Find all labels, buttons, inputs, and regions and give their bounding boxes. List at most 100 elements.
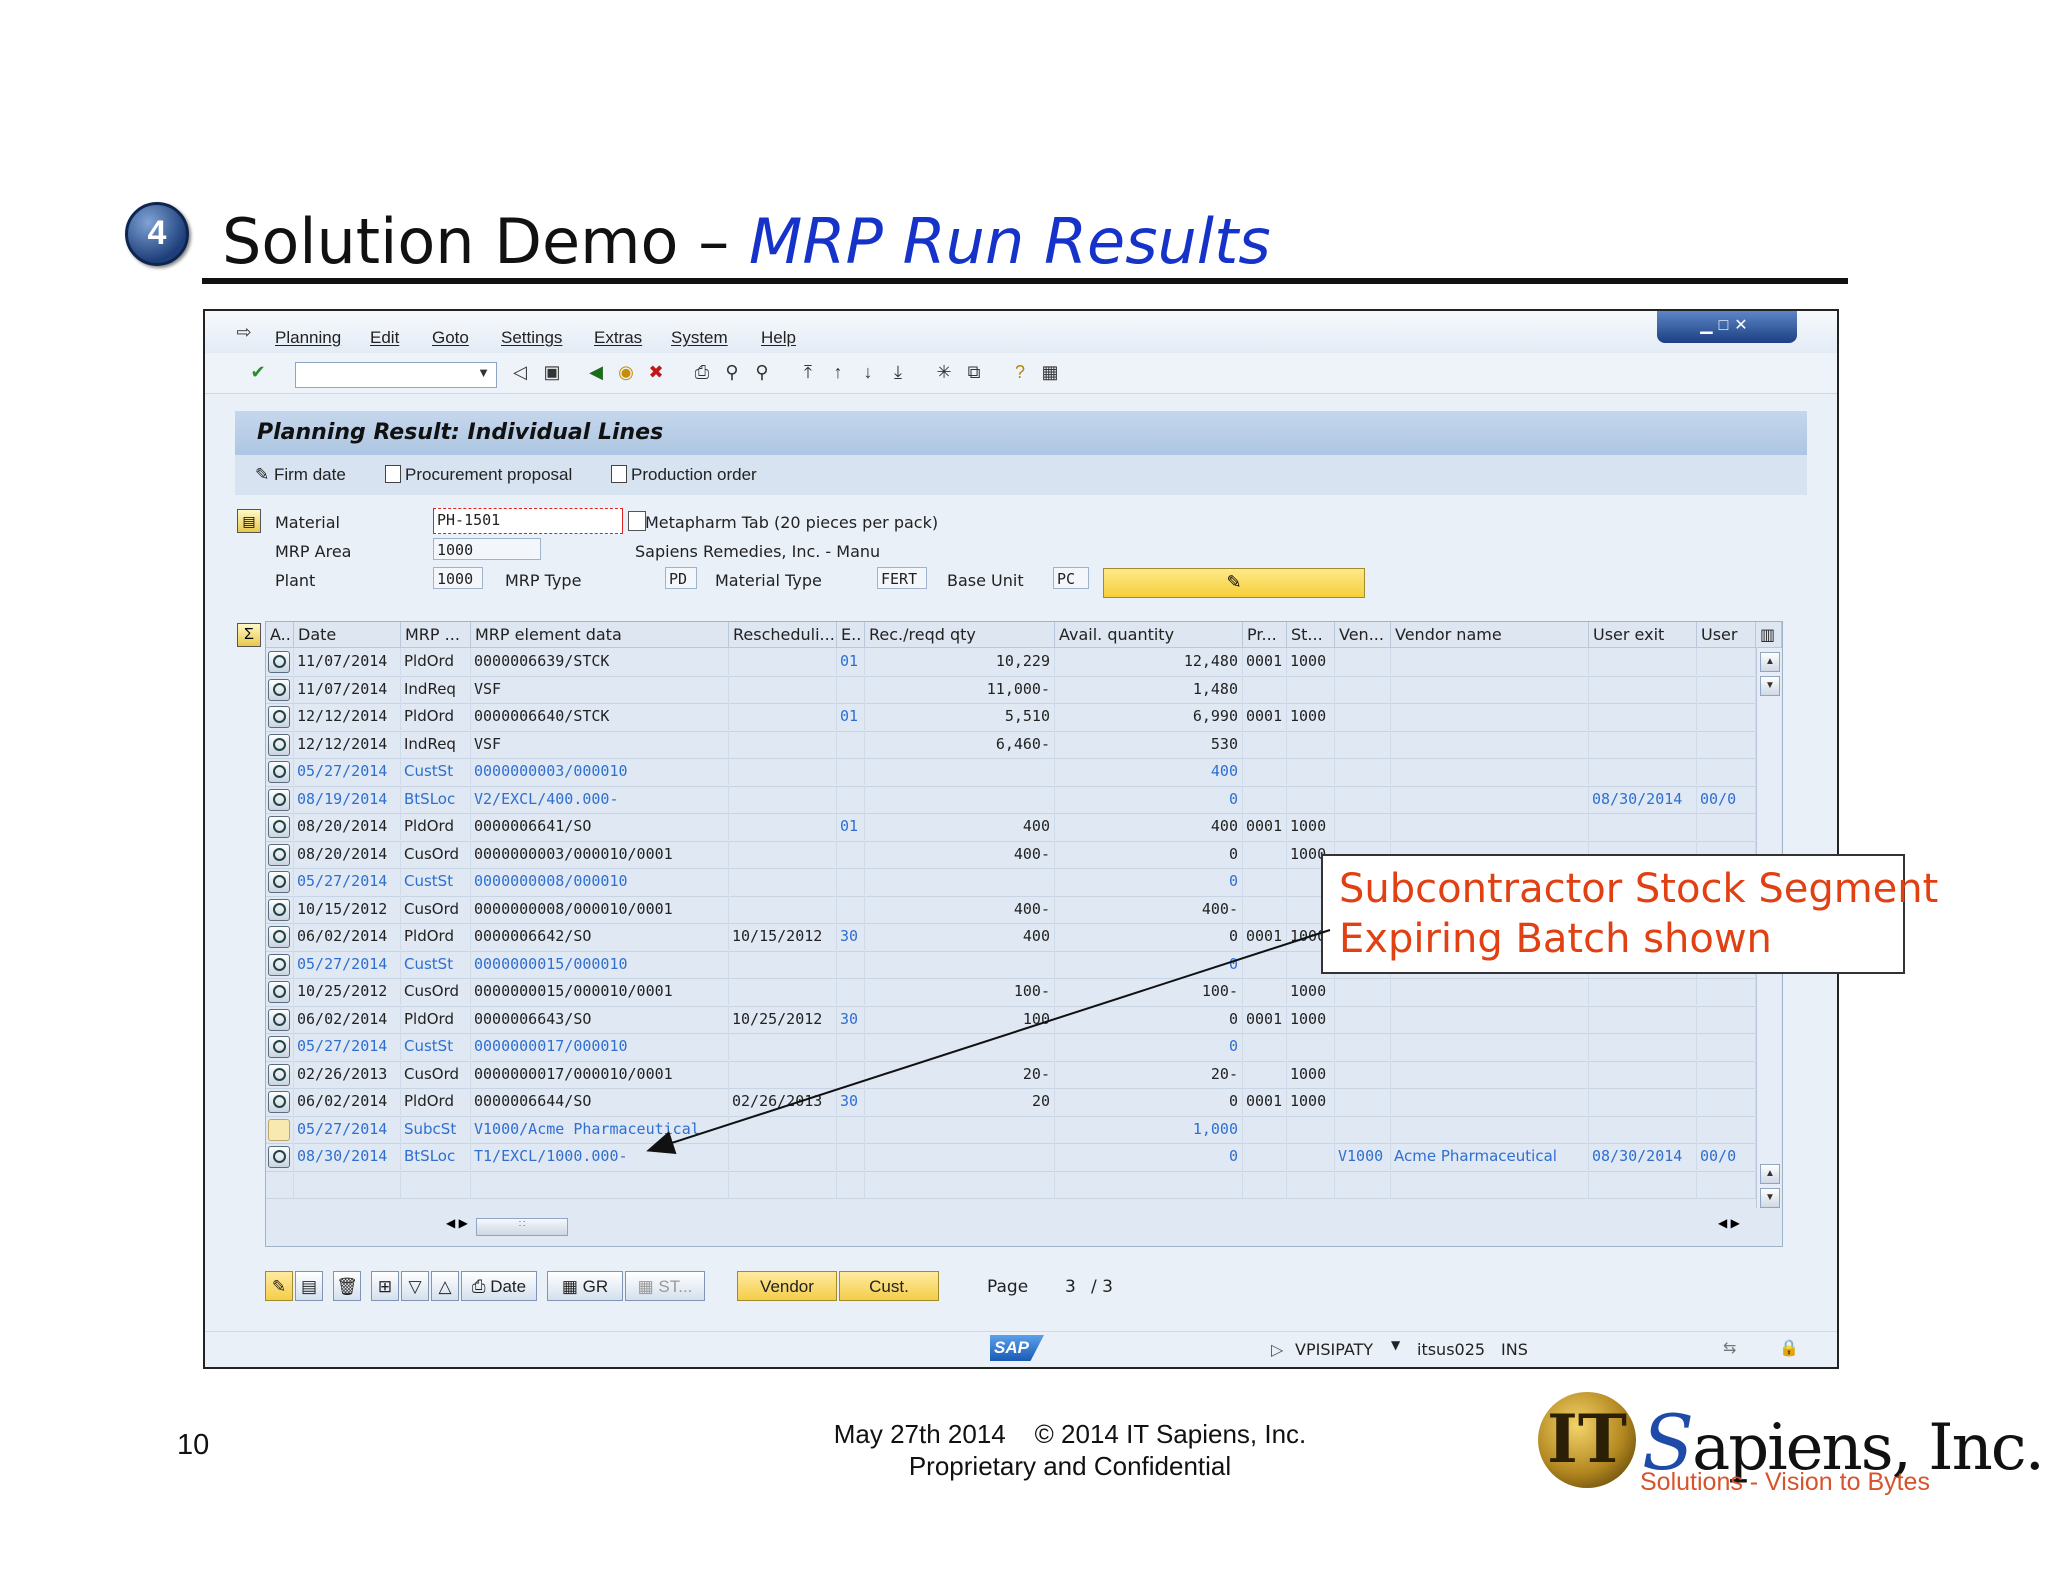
previous-page-icon[interactable]: ↑ — [827, 361, 849, 383]
magnifier-icon[interactable] — [268, 706, 290, 728]
material-input[interactable]: PH-1501 — [433, 508, 623, 534]
column-header-mrp-element-data[interactable]: MRP element data — [471, 622, 729, 648]
row-selector[interactable] — [266, 1005, 294, 1033]
menu-goto[interactable]: Goto — [432, 328, 469, 348]
status-swap-icon[interactable]: ⇆ — [1723, 1338, 1736, 1357]
menu-settings[interactable]: Settings — [501, 328, 562, 348]
scroll-down-icon[interactable]: ▼ — [1760, 1188, 1780, 1208]
row-selector[interactable] — [266, 648, 294, 675]
table-row[interactable]: 11/07/2014 PldOrd 0000006639/STCK 01 10,229 1… — [266, 648, 1756, 677]
row-selector[interactable] — [266, 1033, 294, 1060]
window-controls[interactable]: ▁□✕ — [1657, 311, 1797, 343]
magnifier-icon[interactable] — [268, 926, 290, 948]
layout-menu-icon[interactable]: ▦ — [1039, 361, 1061, 383]
table-row[interactable]: 02/26/2013 CusOrd 0000000017/000010/0001 20… — [266, 1060, 1756, 1089]
chevron-down-icon[interactable]: ▼ — [477, 365, 490, 380]
scroll-up-icon[interactable]: ▲ — [1760, 1164, 1780, 1184]
column-header-pr[interactable]: Pr... — [1243, 622, 1287, 648]
details-button[interactable]: ▤ — [295, 1271, 323, 1301]
scroll-up-icon[interactable]: ▲ — [1760, 652, 1780, 672]
shortcut-icon[interactable]: ⧉ — [963, 361, 985, 383]
magnifier-icon[interactable] — [268, 981, 290, 1003]
row-selector[interactable] — [266, 703, 294, 730]
column-header-user[interactable]: User — [1697, 622, 1756, 648]
magnifier-icon[interactable] — [268, 1146, 290, 1168]
magnifier-icon[interactable] — [268, 651, 290, 673]
table-row[interactable] — [266, 1170, 1756, 1199]
menu-planning[interactable]: Planning — [275, 328, 341, 348]
column-settings-icon[interactable]: ▥ — [1756, 622, 1782, 648]
row-selector[interactable] — [266, 978, 294, 1005]
column-header-exception[interactable]: E.. — [837, 622, 865, 648]
cancel-icon[interactable]: ✖ — [645, 361, 667, 383]
procurement-proposal-button[interactable]: Procurement proposal — [385, 465, 572, 485]
material-desc-icon[interactable] — [628, 511, 646, 531]
help-icon[interactable]: ? — [1009, 361, 1031, 383]
enter-check-icon[interactable]: ✔ — [247, 361, 269, 383]
magnifier-icon[interactable] — [268, 843, 290, 866]
first-page-icon[interactable]: ⤒ — [797, 361, 819, 383]
exit-icon[interactable]: ◉ — [615, 361, 637, 383]
menu-extras[interactable]: Extras — [594, 328, 642, 348]
horizontal-scrollbar-thumb[interactable]: ∷ — [476, 1218, 568, 1236]
next-page-icon[interactable]: ↓ — [857, 361, 879, 383]
menu-system[interactable]: System — [671, 328, 728, 348]
back-icon[interactable]: ◀ — [585, 361, 607, 383]
column-header-rec-reqd-qty[interactable]: Rec./reqd qty — [865, 622, 1055, 648]
column-header-avail-quantity[interactable]: Avail. quantity — [1055, 622, 1243, 648]
blank-icon[interactable] — [268, 1118, 290, 1141]
table-row[interactable]: 08/30/2014 BtSLoc T1/EXCL/1000.000- 0 V1000 A… — [266, 1143, 1756, 1172]
column-header-vendor[interactable]: Ven... — [1335, 622, 1391, 648]
minimize-icon[interactable]: ▁ — [1700, 317, 1718, 334]
table-row[interactable]: 06/02/2014 PldOrd 0000006644/SO 02/26/2013 3… — [266, 1088, 1756, 1117]
table-row[interactable]: 05/27/2014 SubcSt V1000/Acme Pharmaceutica… — [266, 1115, 1756, 1144]
row-selector[interactable] — [266, 840, 294, 868]
expand-button[interactable]: ▽ — [401, 1271, 429, 1301]
magnifier-icon[interactable] — [268, 761, 290, 783]
column-header-user-exit[interactable]: User exit — [1589, 622, 1697, 648]
column-header-mrp-element[interactable]: MRP ... — [401, 622, 471, 648]
row-selector[interactable] — [266, 1170, 294, 1198]
find-icon[interactable]: ⚲ — [721, 361, 743, 383]
table-row[interactable]: 05/27/2014 CustSt 0000000003/000010 400 — [266, 758, 1756, 787]
collapse-button[interactable]: △ — [431, 1271, 459, 1301]
magnifier-icon[interactable] — [268, 898, 290, 921]
magnifier-icon[interactable] — [268, 733, 290, 756]
row-selector[interactable] — [266, 1060, 294, 1088]
print-icon[interactable]: ⎙ — [691, 361, 713, 383]
chevron-down-icon[interactable]: ▼ — [1391, 1338, 1400, 1352]
command-field[interactable]: ▼ — [295, 362, 497, 388]
table-row[interactable]: 10/25/2012 CusOrd 0000000015/000010/0001 10… — [266, 978, 1756, 1007]
find-next-icon[interactable]: ⚲ — [751, 361, 773, 383]
row-selector[interactable] — [266, 813, 294, 840]
lock-icon[interactable]: 🔒 — [1779, 1338, 1799, 1357]
row-selector[interactable] — [266, 1088, 294, 1115]
magnifier-icon[interactable] — [268, 1063, 290, 1086]
scroll-down-icon[interactable]: ▼ — [1760, 676, 1780, 696]
table-row[interactable]: 08/19/2014 BtSLoc V2/EXCL/400.000- 0 08/30/2… — [266, 785, 1756, 814]
magnifier-icon[interactable] — [268, 1091, 290, 1113]
column-header-st[interactable]: St... — [1287, 622, 1335, 648]
edit-row-button[interactable]: ✎ — [265, 1271, 293, 1301]
date-button[interactable]: ⎙ Date — [461, 1271, 537, 1301]
last-page-icon[interactable]: ⤓ — [887, 361, 909, 383]
magnifier-icon[interactable] — [268, 788, 290, 811]
change-mode-button[interactable]: ✎ — [1103, 568, 1365, 598]
row-selector[interactable] — [266, 758, 294, 785]
menu-help[interactable]: Help — [761, 328, 796, 348]
column-header-a[interactable]: A.. — [266, 622, 294, 648]
table-row[interactable]: 08/20/2014 PldOrd 0000006641/SO 01 400 400 000… — [266, 813, 1756, 842]
row-selector[interactable] — [266, 923, 294, 950]
material-overview-icon[interactable]: ▤ — [237, 509, 261, 533]
table-row[interactable]: 11/07/2014 IndReq VSF 11,000- 1,480 — [266, 675, 1756, 704]
row-selector[interactable] — [266, 950, 294, 978]
table-row[interactable]: 12/12/2014 IndReq VSF 6,460- 530 — [266, 730, 1756, 759]
cust-button[interactable]: Cust. — [839, 1271, 939, 1301]
menu-exit-icon[interactable]: ⇨ — [233, 321, 255, 343]
magnifier-icon[interactable] — [268, 678, 290, 701]
totals-icon[interactable]: Σ — [237, 623, 261, 647]
column-header-rescheduling[interactable]: Rescheduli... — [729, 622, 837, 648]
row-selector[interactable] — [266, 785, 294, 813]
magnifier-icon[interactable] — [268, 1008, 290, 1031]
magnifier-icon[interactable] — [268, 953, 290, 976]
